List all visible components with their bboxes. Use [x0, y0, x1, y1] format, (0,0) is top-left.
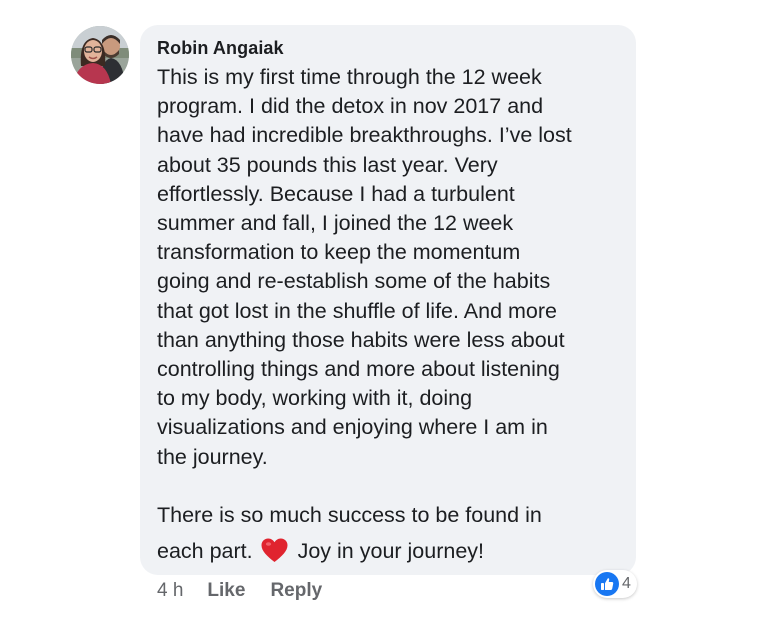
- comment-line: that got lost in the shuffle of life. An…: [157, 298, 557, 323]
- comment-line: to my body, working with it, doing: [157, 386, 473, 411]
- comment-line: going and re-establish some of the habit…: [157, 269, 551, 294]
- comment-paragraph-1: This is my first time through the 12 wee…: [157, 63, 627, 472]
- comment-line: have had incredible breakthroughs. I’ve …: [157, 123, 572, 148]
- comment-line: There is so much success to be found in: [157, 502, 542, 527]
- reply-button[interactable]: Reply: [270, 580, 322, 602]
- avatar[interactable]: [71, 26, 129, 84]
- comment-text: This is my first time through the 12 wee…: [157, 63, 627, 566]
- comment-line: visualizations and enjoying where I am i…: [157, 415, 548, 440]
- red-heart-icon: [261, 538, 288, 563]
- comment-line: effortlessly. Because I had a turbulent: [157, 181, 515, 206]
- comment-line-with-emoji: each part. Joy in your journey!: [157, 537, 627, 566]
- comment-line: the journey.: [157, 444, 268, 469]
- comment-line: summer and fall, I joined the 12 week: [157, 211, 514, 236]
- comment-line: controlling things and more about listen…: [157, 357, 560, 382]
- comment-line: about 35 pounds this last year. Very: [157, 152, 498, 177]
- comment-actions: 4 h Like Reply: [157, 580, 322, 602]
- comment-line: program. I did the detox in nov 2017 and: [157, 94, 544, 119]
- thumbs-up-icon: [595, 572, 619, 596]
- comment-author-name[interactable]: Robin Angaiak: [157, 38, 284, 59]
- comment-line: This is my first time through the 12 wee…: [157, 65, 542, 89]
- like-button[interactable]: Like: [207, 580, 245, 602]
- comment-timestamp[interactable]: 4 h: [157, 580, 183, 602]
- reactions-summary[interactable]: 4: [593, 570, 637, 598]
- comment-line: than anything those habits were less abo…: [157, 327, 565, 352]
- comment-text-before-emoji: each part.: [157, 539, 253, 564]
- reaction-count: 4: [622, 575, 631, 592]
- comment-line: transformation to keep the momentum: [157, 240, 521, 265]
- comment-paragraph-2: There is so much success to be found in …: [157, 501, 627, 566]
- comment-text-after-emoji: Joy in your journey!: [297, 539, 485, 564]
- avatar-photo: [71, 26, 129, 84]
